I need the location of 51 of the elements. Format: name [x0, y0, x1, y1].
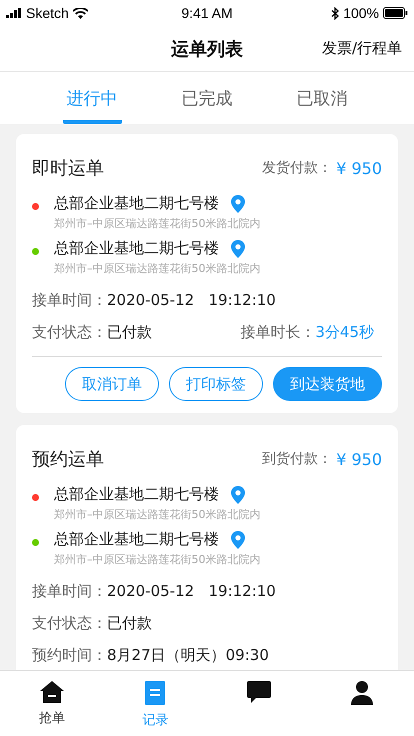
status-tab[interactable]: 已取消	[292, 72, 352, 124]
stop-address: 郑州市–中原区瑞达路莲花街50米路北院内	[54, 261, 260, 276]
stop-address: 郑州市–中原区瑞达路莲花街50米路北院内	[54, 216, 260, 231]
status-tab[interactable]: 进行中	[62, 72, 122, 124]
chat-icon	[246, 681, 271, 703]
field-value: 已付款	[107, 322, 152, 342]
battery-icon	[383, 7, 408, 19]
payment-label: 发货付款：	[262, 159, 332, 177]
field-value: 已付款	[107, 614, 152, 632]
stop-name: 总部企业基地二期七号楼	[54, 530, 219, 549]
action-button[interactable]: 打印标签	[169, 367, 263, 401]
order-type: 预约运单	[32, 448, 104, 471]
payment-amount: ¥ 950	[336, 450, 382, 468]
document-icon	[145, 681, 166, 705]
tab-bar-item[interactable]: 抢单	[0, 671, 104, 736]
stop-name: 总部企业基地二期七号楼	[54, 194, 219, 213]
payment-label: 到货付款：	[262, 450, 332, 468]
location-pin-icon[interactable]	[231, 486, 245, 504]
order-type: 即时运单	[32, 157, 104, 180]
payment-amount: ¥ 950	[336, 158, 382, 178]
wifi-icon	[72, 8, 88, 18]
field-label: 预约时间：	[32, 646, 107, 664]
bluetooth-icon	[331, 6, 340, 20]
battery-percent: 100%	[343, 5, 379, 21]
field-value: 2020-05-12 19:12:10	[107, 582, 276, 600]
house-icon	[40, 681, 64, 703]
location-pin-icon[interactable]	[231, 194, 245, 212]
clock-time: 9:41 AM	[181, 5, 233, 21]
action-button[interactable]: 到达装货地	[273, 367, 382, 401]
field-label: 支付状态：	[32, 614, 107, 632]
field-value: 3分45秒	[315, 322, 374, 342]
field-value: 8月27日（明天）09:30	[107, 646, 269, 664]
field-value: 2020-05-12 19:12:10	[107, 291, 276, 309]
field-label: 接单时间：	[32, 582, 107, 600]
action-button[interactable]: 取消订单	[65, 367, 159, 401]
page-title: 运单列表	[171, 38, 243, 60]
field-label: 支付状态：	[32, 322, 107, 342]
invoice-link[interactable]: 发票/行程单	[322, 39, 402, 58]
stop-address: 郑州市–中原区瑞达路莲花街50米路北院内	[54, 507, 260, 522]
status-tab[interactable]: 已完成	[178, 72, 236, 124]
tab-bar-item[interactable]: 记录	[104, 671, 207, 736]
field-label: 接单时长：	[240, 322, 316, 342]
location-pin-icon[interactable]	[231, 530, 245, 548]
stop-name: 总部企业基地二期七号楼	[54, 485, 219, 504]
stop-name: 总部企业基地二期七号楼	[54, 239, 219, 258]
signal-icon	[6, 8, 22, 18]
person-icon	[351, 681, 374, 705]
location-pin-icon[interactable]	[231, 240, 245, 258]
carrier-name: Sketch	[26, 5, 69, 21]
field-label: 接单时间：	[32, 290, 107, 310]
stop-address: 郑州市–中原区瑞达路莲花街50米路北院内	[54, 552, 260, 567]
